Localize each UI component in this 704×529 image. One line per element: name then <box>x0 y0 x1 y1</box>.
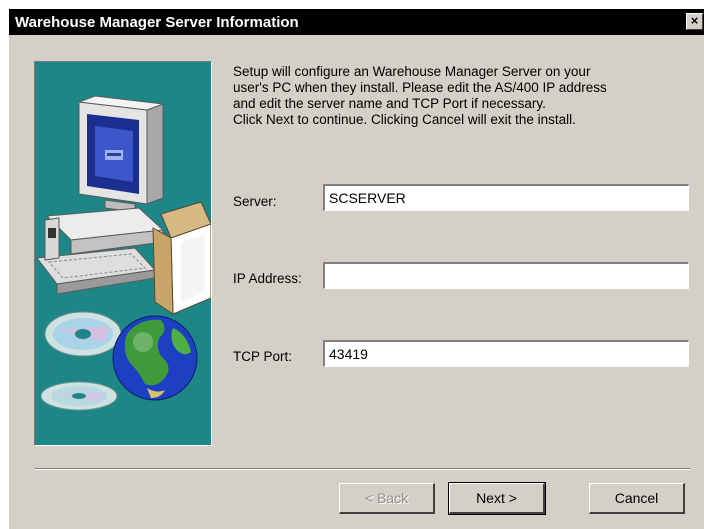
back-button[interactable]: < Back <box>339 483 435 514</box>
keyboard-icon <box>36 207 165 295</box>
close-icon: × <box>690 13 699 28</box>
tcp-port-input[interactable] <box>322 339 690 368</box>
intro-text: Setup will configure an Warehouse Manage… <box>233 64 607 127</box>
button-separator <box>34 468 690 470</box>
ip-address-label: IP Address: <box>233 271 302 286</box>
computer-monitor-icon <box>78 95 164 213</box>
illustration-svg <box>36 95 211 411</box>
cd-disc-icon <box>40 311 122 411</box>
globe-icon <box>112 315 198 401</box>
cancel-button[interactable]: Cancel <box>589 483 685 514</box>
tcp-port-label: TCP Port: <box>233 349 293 364</box>
server-input[interactable] <box>322 183 690 212</box>
close-button[interactable]: × <box>686 13 703 30</box>
setup-illustration <box>34 61 212 446</box>
server-label: Server: <box>233 194 277 209</box>
setup-dialog: Warehouse Manager Server Information × S… <box>8 8 704 529</box>
ip-address-input[interactable] <box>322 261 690 290</box>
title-bar[interactable]: Warehouse Manager Server Information × <box>9 9 704 35</box>
software-box-icon <box>152 201 211 315</box>
window-title: Warehouse Manager Server Information <box>15 14 299 31</box>
next-button[interactable]: Next > <box>448 482 546 515</box>
